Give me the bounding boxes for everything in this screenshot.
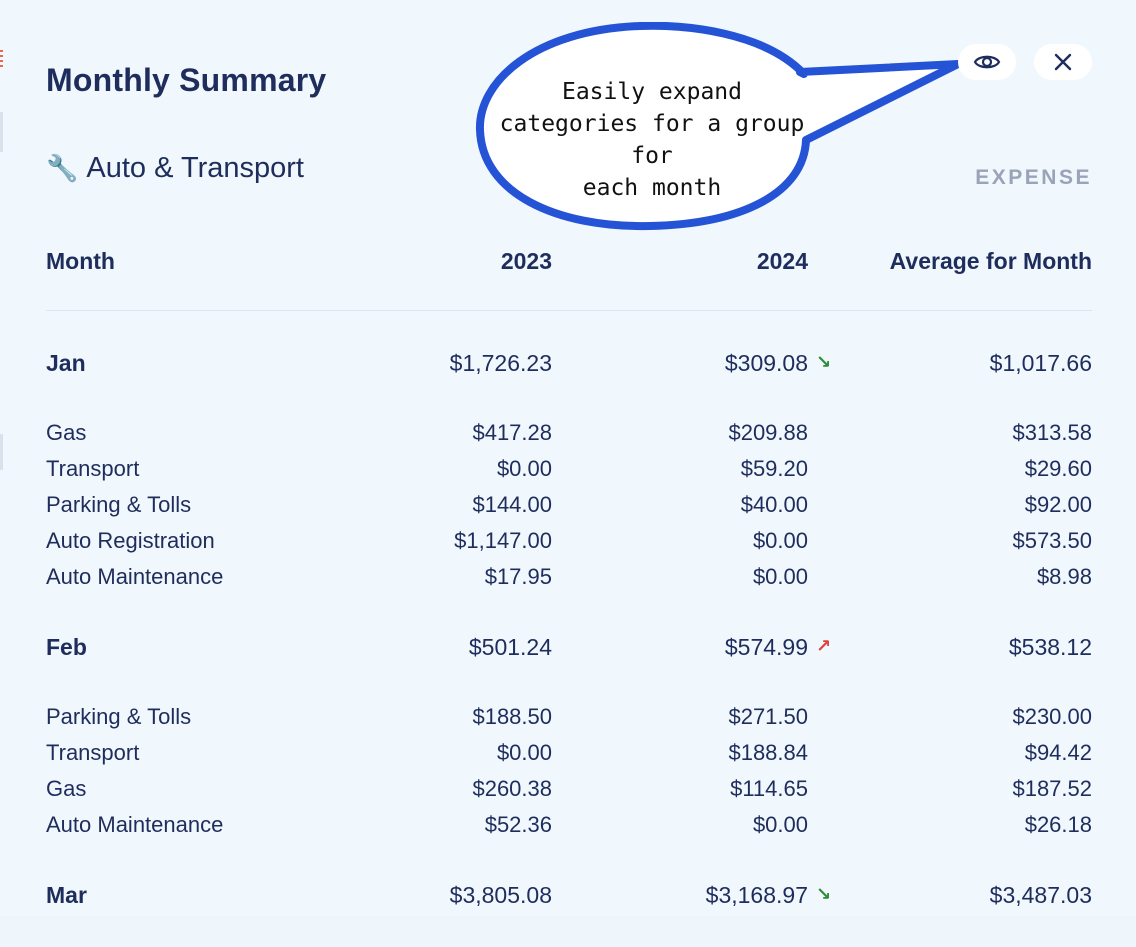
category-row: Gas $417.28 $209.88 $313.58 xyxy=(46,415,1092,451)
category-2024: $188.84 xyxy=(728,740,808,765)
category-row: Auto Maintenance $52.36 $0.00 $26.18 xyxy=(46,807,1092,843)
category-name: Transport xyxy=(46,456,140,481)
group-heading: 🔧 Auto & Transport xyxy=(46,152,304,185)
month-name: Feb xyxy=(46,633,87,660)
category-average: $92.00 xyxy=(1024,492,1092,517)
month-total-2023: $501.24 xyxy=(468,633,552,660)
category-row: Parking & Tolls $144.00 $40.00 $92.00 xyxy=(46,487,1092,523)
trend-down-icon: ↘ xyxy=(816,884,832,905)
category-2023: $17.95 xyxy=(484,564,552,589)
category-name: Parking & Tolls xyxy=(46,492,192,517)
month-row-jan[interactable]: Jan $1,726.23 $309.08 ↘ $1,017.66 xyxy=(46,311,1092,416)
month-average: $538.12 xyxy=(1008,633,1092,660)
category-row: Auto Registration $1,147.00 $0.00 $573.5… xyxy=(46,523,1092,559)
wrench-icon: 🔧 xyxy=(46,153,79,183)
category-2024: $0.00 xyxy=(752,528,808,553)
category-row: Auto Maintenance $17.95 $0.00 $8.98 xyxy=(46,559,1092,595)
category-2024: $114.65 xyxy=(730,776,808,801)
monthly-summary-panel: Monthly Summary 🔧 Auto & Transport EXPENS… xyxy=(0,0,1136,916)
group-name: Auto & Transport xyxy=(86,152,304,184)
edge-mark xyxy=(0,50,3,68)
category-average: $8.98 xyxy=(1036,564,1092,589)
category-2023: $52.36 xyxy=(484,812,552,837)
trend-down-icon: ↘ xyxy=(816,352,832,373)
close-button[interactable] xyxy=(1034,44,1092,80)
category-average: $26.18 xyxy=(1024,812,1092,837)
category-average: $230.00 xyxy=(1012,704,1092,729)
type-badge: EXPENSE xyxy=(975,166,1092,189)
trend-up-icon: ↗ xyxy=(816,636,832,657)
month-total-2024: $3,168.97 xyxy=(705,881,808,908)
callout-line: each month xyxy=(582,175,722,201)
category-name: Gas xyxy=(46,776,87,801)
month-average: $3,487.03 xyxy=(989,881,1092,908)
category-2024: $0.00 xyxy=(752,564,808,589)
category-row: Transport $0.00 $188.84 $94.42 xyxy=(46,735,1092,771)
category-2023: $188.50 xyxy=(472,704,552,729)
header-year-2023: 2023 xyxy=(346,238,552,311)
category-average: $187.52 xyxy=(1012,776,1092,801)
category-2023: $144.00 xyxy=(472,492,552,517)
callout-line: categories for a group for xyxy=(499,111,805,169)
month-total-2023: $3,805.08 xyxy=(449,881,552,908)
month-total-2024-cell: $3,168.97 ↘ xyxy=(552,843,831,947)
category-name: Auto Maintenance xyxy=(46,564,224,589)
category-average: $573.50 xyxy=(1012,528,1092,553)
table-header-row: Month 2023 2024 Average for Month xyxy=(46,238,1092,311)
category-2024: $0.00 xyxy=(752,812,808,837)
month-total-2023: $1,726.23 xyxy=(449,349,552,376)
category-name: Auto Registration xyxy=(46,528,215,553)
page-title: Monthly Summary xyxy=(46,62,327,98)
callout-text: Easily expand categories for a group for… xyxy=(478,76,826,204)
expand-categories-button[interactable] xyxy=(958,44,1016,80)
close-icon xyxy=(1054,53,1072,71)
category-average: $29.60 xyxy=(1024,456,1092,481)
month-total-2024-cell: $309.08 ↘ xyxy=(552,311,831,416)
category-name: Auto Maintenance xyxy=(46,812,224,837)
category-average: $313.58 xyxy=(1012,420,1092,445)
edge-mark xyxy=(0,434,3,470)
month-average: $1,017.66 xyxy=(989,349,1092,376)
category-name: Transport xyxy=(46,740,140,765)
background-edge xyxy=(0,0,4,916)
category-2024: $271.50 xyxy=(728,704,808,729)
category-name: Parking & Tolls xyxy=(46,704,192,729)
category-2023: $0.00 xyxy=(496,740,552,765)
month-name: Mar xyxy=(46,881,87,908)
category-row: Transport $0.00 $59.20 $29.60 xyxy=(46,451,1092,487)
category-2024: $209.88 xyxy=(728,420,808,445)
callout-line: Easily expand xyxy=(561,79,742,105)
category-2024: $59.20 xyxy=(740,456,808,481)
summary-table: Month 2023 2024 Average for Month Jan $1… xyxy=(46,238,1092,947)
month-name: Jan xyxy=(46,349,86,376)
category-2023: $0.00 xyxy=(496,456,552,481)
month-row-feb[interactable]: Feb $501.24 $574.99 ↗ $538.12 xyxy=(46,595,1092,699)
month-total-2024: $309.08 xyxy=(724,349,808,376)
header-average: Average for Month xyxy=(808,238,1092,311)
category-average: $94.42 xyxy=(1024,740,1092,765)
category-2023: $417.28 xyxy=(472,420,552,445)
header-year-2024: 2024 xyxy=(552,238,808,311)
month-total-2024: $574.99 xyxy=(724,633,808,660)
category-row: Parking & Tolls $188.50 $271.50 $230.00 xyxy=(46,699,1092,735)
category-name: Gas xyxy=(46,420,87,445)
category-2023: $1,147.00 xyxy=(454,528,552,553)
category-row: Gas $260.38 $114.65 $187.52 xyxy=(46,771,1092,807)
month-total-2024-cell: $574.99 ↗ xyxy=(552,595,831,699)
eye-icon xyxy=(973,55,1001,69)
edge-mark xyxy=(0,112,3,152)
month-row-mar[interactable]: Mar $3,805.08 $3,168.97 ↘ $3,487.03 xyxy=(46,843,1092,947)
category-2023: $260.38 xyxy=(472,776,552,801)
header-month: Month xyxy=(46,238,346,311)
category-2024: $40.00 xyxy=(740,492,808,517)
